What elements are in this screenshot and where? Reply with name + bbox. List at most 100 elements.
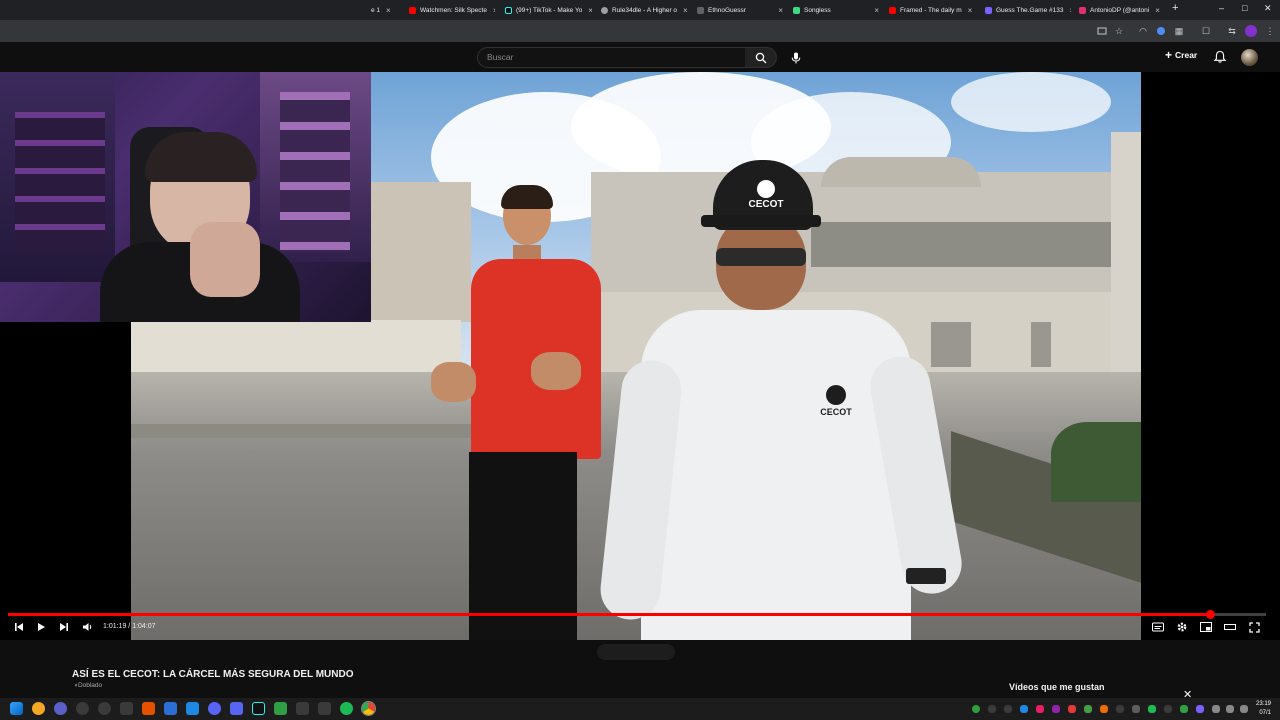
app-ok-icon[interactable] bbox=[76, 702, 89, 715]
tray-icon[interactable] bbox=[1020, 705, 1028, 713]
tab-3[interactable]: Rule34dle - A Higher o × bbox=[601, 2, 687, 18]
close-window-button[interactable]: ✕ bbox=[1264, 3, 1272, 14]
tab-7[interactable]: Guess The.Game #133 × bbox=[985, 2, 1071, 18]
youtube-masthead: Buscar + Crear bbox=[0, 42, 1280, 72]
tab-close-icon[interactable]: × bbox=[778, 6, 783, 15]
tab-0[interactable]: e 1 × bbox=[371, 2, 401, 18]
search-taskbar-icon[interactable] bbox=[32, 702, 45, 715]
menu-kebab-icon[interactable]: ⋮ bbox=[1264, 25, 1276, 37]
app-c-icon[interactable] bbox=[296, 702, 309, 715]
app-globe-icon[interactable] bbox=[208, 702, 221, 715]
tab-label: (99+) TikTok - Make Yo bbox=[516, 6, 583, 14]
app-box-icon[interactable] bbox=[120, 702, 133, 715]
create-button[interactable]: + Crear bbox=[1165, 49, 1198, 61]
app-green-icon[interactable] bbox=[274, 702, 287, 715]
extension-blue-icon[interactable] bbox=[1155, 25, 1167, 37]
tray-icon[interactable] bbox=[1180, 705, 1188, 713]
chrome-icon[interactable] bbox=[361, 701, 376, 716]
voice-search-button[interactable] bbox=[787, 49, 804, 66]
battery-icon[interactable] bbox=[1240, 705, 1248, 713]
tray-icon[interactable] bbox=[1068, 705, 1076, 713]
tiktok-taskbar-icon[interactable] bbox=[252, 702, 265, 715]
video-title: ASÍ ES EL CECOT: LA CÁRCEL MÁS SEGURA DE… bbox=[72, 669, 354, 680]
tab-close-icon[interactable]: × bbox=[968, 6, 973, 15]
new-tab-button[interactable]: + bbox=[1172, 2, 1178, 14]
tab-close-icon[interactable]: × bbox=[386, 6, 391, 15]
volume-button[interactable] bbox=[80, 619, 94, 635]
next-button[interactable] bbox=[57, 619, 71, 635]
app-orange-icon[interactable] bbox=[142, 702, 155, 715]
play-button[interactable] bbox=[34, 619, 48, 635]
tab-close-icon[interactable]: × bbox=[683, 6, 687, 15]
windows-start-icon[interactable] bbox=[10, 702, 23, 715]
tab-close-icon[interactable]: × bbox=[1155, 6, 1160, 15]
time-display: 1:01:19 / 1:04:07 bbox=[103, 623, 156, 630]
subtitles-button[interactable] bbox=[1151, 619, 1165, 635]
tab-8[interactable]: AntonioDP (@antoni × bbox=[1079, 2, 1167, 18]
tray-icon[interactable] bbox=[1100, 705, 1108, 713]
tab-close-icon[interactable]: × bbox=[874, 6, 879, 15]
tray-icon[interactable] bbox=[1116, 705, 1124, 713]
tab-4[interactable]: EthnoGuessr × bbox=[697, 2, 783, 18]
tiktok-icon bbox=[505, 6, 512, 14]
video-person-white-shirt: CECOT CECOT bbox=[597, 160, 967, 640]
seek-bar-knob[interactable] bbox=[1206, 610, 1216, 619]
tray-icon[interactable] bbox=[1004, 705, 1012, 713]
seek-bar[interactable] bbox=[8, 610, 1266, 619]
app-blue-icon[interactable] bbox=[164, 702, 177, 715]
tray-icon[interactable] bbox=[1052, 705, 1060, 713]
maximize-button[interactable]: □ bbox=[1242, 3, 1247, 13]
tray-icon[interactable] bbox=[1148, 705, 1156, 713]
tab-close-icon[interactable]: × bbox=[588, 6, 592, 15]
tray-app-icon[interactable] bbox=[972, 705, 980, 713]
subtitles-icon bbox=[1152, 622, 1164, 632]
tab-close-icon[interactable]: × bbox=[1069, 6, 1071, 15]
bookmark-star-icon[interactable]: ☆ bbox=[1113, 25, 1125, 37]
create-label: Crear bbox=[1175, 50, 1198, 60]
tab-1[interactable]: Watchmen: Silk Specte × bbox=[409, 2, 495, 18]
app-check-icon[interactable] bbox=[186, 702, 199, 715]
app-arrow-icon[interactable] bbox=[98, 702, 111, 715]
discord-icon[interactable] bbox=[230, 702, 243, 715]
tray-icon[interactable] bbox=[1036, 705, 1044, 713]
theater-mode-button[interactable] bbox=[1223, 619, 1237, 635]
tray-icon[interactable] bbox=[1132, 705, 1140, 713]
minimize-button[interactable]: – bbox=[1219, 3, 1224, 13]
miniplayer-button[interactable] bbox=[1199, 619, 1213, 635]
volume-tray-icon[interactable] bbox=[1226, 705, 1234, 713]
spotify-icon[interactable] bbox=[340, 702, 353, 715]
app-v-icon[interactable] bbox=[54, 702, 67, 715]
tab-6[interactable]: Framed - The daily m × bbox=[889, 2, 975, 18]
clock-date: 07/1 bbox=[1259, 710, 1272, 716]
settings-button[interactable] bbox=[1175, 619, 1189, 635]
extensions-puzzle-icon[interactable]: ▦ bbox=[1173, 25, 1185, 37]
search-button[interactable] bbox=[745, 47, 777, 68]
tab-label: Watchmen: Silk Specte bbox=[420, 6, 487, 14]
app-refresh-icon[interactable] bbox=[318, 702, 331, 715]
tray-icon[interactable] bbox=[988, 705, 996, 713]
video-player[interactable]: CECOT CECOT 1:01:19 / 1:04:07 bbox=[0, 72, 1280, 640]
tray-icon[interactable] bbox=[1164, 705, 1172, 713]
tab-5[interactable]: Songless × bbox=[793, 2, 879, 18]
chapter-pill[interactable] bbox=[597, 644, 675, 660]
fullscreen-icon bbox=[1248, 621, 1260, 633]
tab-2[interactable]: (99+) TikTok - Make Yo × bbox=[505, 2, 592, 18]
account-avatar[interactable] bbox=[1241, 49, 1258, 66]
webcam-overlay bbox=[0, 72, 371, 322]
tray-icon[interactable] bbox=[1084, 705, 1092, 713]
notifications-bell-icon[interactable] bbox=[1213, 50, 1227, 64]
profile-sync-icon[interactable]: ⇆ bbox=[1226, 25, 1238, 37]
tray-icon[interactable] bbox=[1196, 705, 1204, 713]
search-input[interactable]: Buscar bbox=[477, 47, 746, 68]
profile-avatar-icon[interactable] bbox=[1245, 25, 1257, 37]
tab-close-icon[interactable]: × bbox=[493, 6, 495, 15]
theater-icon bbox=[1224, 624, 1236, 630]
fullscreen-button[interactable] bbox=[1247, 619, 1261, 635]
taskbar-clock[interactable]: 23:19 07/1 bbox=[1256, 700, 1271, 718]
previous-button[interactable] bbox=[12, 619, 26, 635]
reading-list-icon[interactable]: ☐ bbox=[1200, 25, 1212, 37]
tab-label: AntonioDP (@antoni bbox=[1090, 6, 1150, 14]
wifi-icon[interactable] bbox=[1212, 705, 1220, 713]
extension-eye-icon[interactable]: ◠ bbox=[1137, 25, 1149, 37]
install-app-icon[interactable] bbox=[1096, 25, 1108, 37]
